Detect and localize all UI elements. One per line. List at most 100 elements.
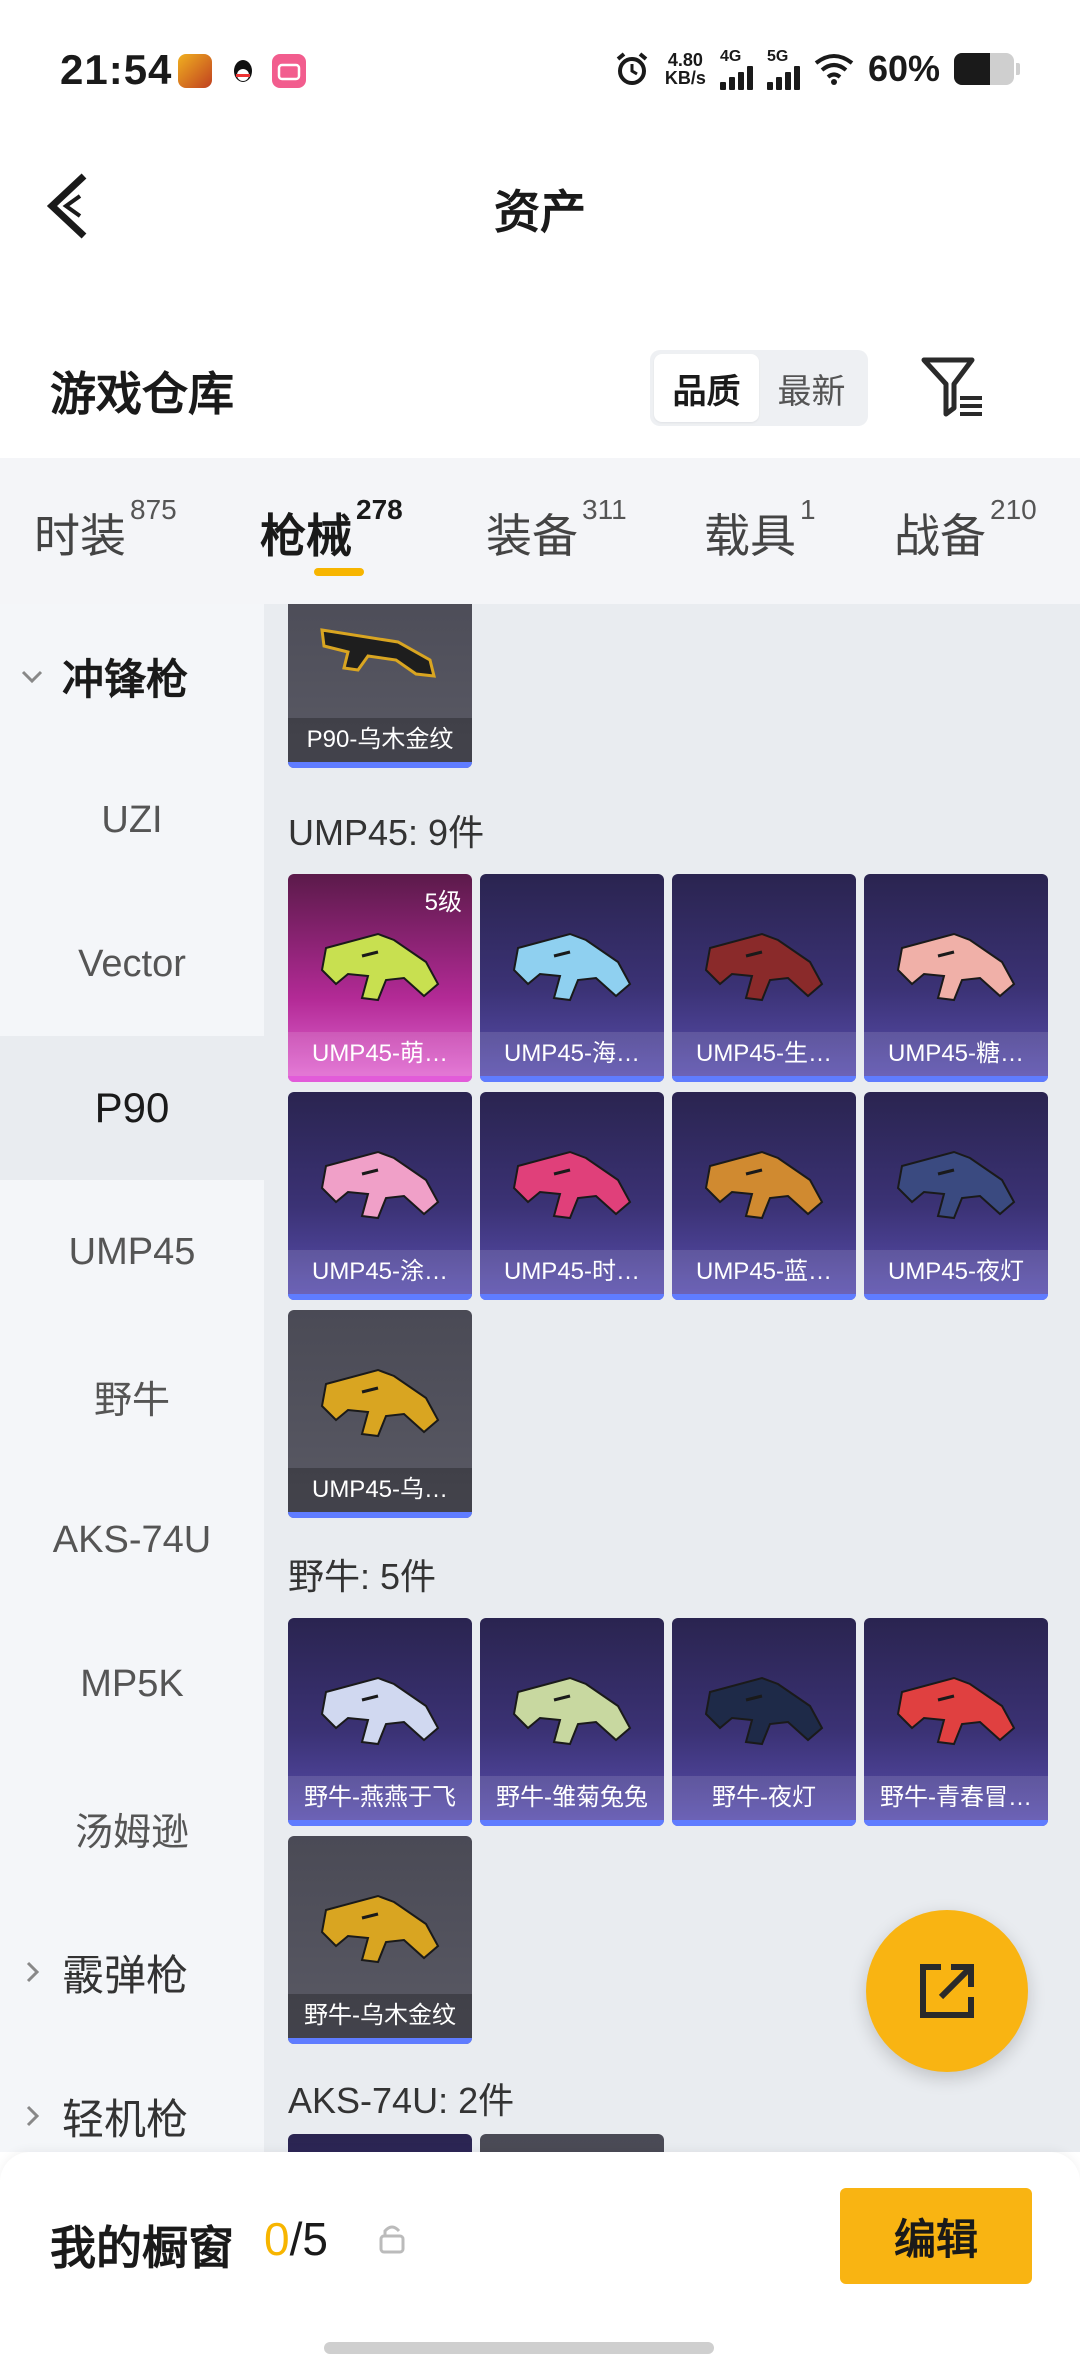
tab-count: 875 bbox=[130, 494, 177, 525]
tab-count: 278 bbox=[356, 494, 403, 525]
item-rarity-strip bbox=[480, 1294, 664, 1300]
section-title: AKS-74U: 2件 bbox=[288, 2080, 515, 2121]
gun-icon bbox=[512, 932, 632, 1002]
speed-value: 4.80 bbox=[667, 50, 703, 70]
item-card[interactable]: 野牛-燕燕于飞 bbox=[288, 1618, 472, 1826]
gun-icon bbox=[704, 1676, 824, 1746]
chevron-down-icon bbox=[21, 670, 43, 684]
tab-label: 战备 bbox=[894, 510, 986, 562]
gun-icon bbox=[896, 1150, 1016, 1220]
sidebar-item-vector[interactable]: Vector bbox=[0, 892, 264, 1036]
status-bar: 21:54 4.80 KB/s 4G 5G 60% bbox=[0, 0, 1080, 140]
item-name: 野牛-夜灯 bbox=[672, 1776, 856, 1820]
gun-icon bbox=[704, 1150, 824, 1220]
showcase-current: 0 bbox=[264, 2213, 290, 2265]
gun-icon bbox=[512, 1150, 632, 1220]
tab-equipment[interactable]: 装备311 bbox=[486, 494, 627, 566]
sig1-label: 4G bbox=[719, 48, 742, 65]
sidebar-group-smg[interactable]: 冲锋枪 bbox=[0, 604, 264, 748]
sidebar-item-p90[interactable]: P90 bbox=[0, 1036, 264, 1180]
battery-icon bbox=[954, 53, 1014, 85]
item-name: UMP45-涂… bbox=[288, 1250, 472, 1294]
item-name: UMP45-海… bbox=[480, 1032, 664, 1076]
sidebar-group-label: 冲锋枪 bbox=[62, 655, 189, 703]
section-title: UMP45: 9件 bbox=[288, 812, 485, 853]
item-card[interactable]: UMP45-糖… bbox=[864, 874, 1048, 1082]
item-card[interactable]: UMP45-生… bbox=[672, 874, 856, 1082]
lock-icon bbox=[379, 2225, 405, 2254]
sort-quality-option[interactable]: 品质 bbox=[654, 354, 759, 422]
item-name: UMP45-糖… bbox=[864, 1032, 1048, 1076]
qq-app-icon bbox=[226, 54, 260, 88]
item-card[interactable]: UMP45-蓝… bbox=[672, 1092, 856, 1300]
item-rarity-strip bbox=[672, 1820, 856, 1826]
page-title: 资产 bbox=[494, 186, 586, 238]
gun-icon bbox=[320, 1676, 440, 1746]
item-card-partial[interactable] bbox=[288, 2134, 472, 2152]
filter-button[interactable] bbox=[918, 352, 988, 422]
item-card[interactable]: UMP45-时… bbox=[480, 1092, 664, 1300]
filter-icon bbox=[921, 357, 982, 417]
showcase-label: 我的橱窗 bbox=[50, 2222, 234, 2274]
tab-supplies[interactable]: 战备210 bbox=[894, 494, 1037, 566]
sidebar-group-label: 霰弹枪 bbox=[62, 1951, 189, 1999]
status-time: 21:54 bbox=[60, 46, 173, 93]
item-card[interactable]: P90-乌木金纹 bbox=[288, 604, 472, 768]
gun-icon bbox=[704, 932, 824, 1002]
item-rarity-strip bbox=[288, 1076, 472, 1082]
sort-newest-option[interactable]: 最新 bbox=[759, 354, 864, 422]
sidebar-item-uzi[interactable]: UZI bbox=[0, 748, 264, 892]
item-card[interactable]: 野牛-雏菊兔兔 bbox=[480, 1618, 664, 1826]
signal-5g: 5G bbox=[766, 48, 800, 90]
active-tab-indicator bbox=[314, 568, 364, 576]
tab-vehicles[interactable]: 载具1 bbox=[704, 494, 816, 566]
sidebar-group-lmg[interactable]: 轻机枪 bbox=[0, 2044, 264, 2152]
tab-count: 311 bbox=[582, 494, 627, 525]
item-name: UMP45-夜灯 bbox=[864, 1250, 1048, 1294]
gun-icon bbox=[896, 1676, 1016, 1746]
item-card[interactable]: UMP45-涂… bbox=[288, 1092, 472, 1300]
share-fab-button[interactable] bbox=[866, 1910, 1028, 2072]
item-card[interactable]: 5级 UMP45-萌… bbox=[288, 874, 472, 1082]
sidebar-item-aks74u[interactable]: AKS-74U bbox=[0, 1468, 264, 1612]
showcase-total: /5 bbox=[289, 2213, 328, 2265]
item-card[interactable]: UMP45-乌… bbox=[288, 1310, 472, 1518]
battery-tip bbox=[1016, 63, 1020, 75]
item-card[interactable]: 野牛-夜灯 bbox=[672, 1618, 856, 1826]
item-card[interactable]: UMP45-夜灯 bbox=[864, 1092, 1048, 1300]
network-speed: 4.80 KB/s bbox=[665, 51, 706, 87]
sidebar-item-mp5k[interactable]: MP5K bbox=[0, 1612, 264, 1756]
alarm-icon bbox=[616, 52, 648, 85]
item-name: 野牛-青春冒… bbox=[864, 1776, 1048, 1820]
top-app-bar: 资产 bbox=[0, 140, 1080, 270]
item-card[interactable]: 野牛-乌木金纹 bbox=[288, 1836, 472, 2044]
item-name: UMP45-萌… bbox=[288, 1032, 472, 1076]
speed-unit: KB/s bbox=[664, 68, 706, 88]
sidebar-group-shotgun[interactable]: 霰弹枪 bbox=[0, 1900, 264, 2044]
sidebar-item-thompson[interactable]: 汤姆逊 bbox=[0, 1756, 264, 1900]
item-name: UMP45-乌… bbox=[288, 1468, 472, 1512]
signal-4g: 4G bbox=[719, 48, 753, 90]
gun-icon bbox=[512, 1676, 632, 1746]
sidebar-item-ump45[interactable]: UMP45 bbox=[0, 1180, 264, 1324]
tab-guns[interactable]: 枪械278 bbox=[260, 494, 403, 566]
sidebar-item-bizon[interactable]: 野牛 bbox=[0, 1324, 264, 1468]
item-card[interactable]: 野牛-青春冒… bbox=[864, 1618, 1048, 1826]
item-name: UMP45-蓝… bbox=[672, 1250, 856, 1294]
item-card-partial[interactable] bbox=[480, 2134, 664, 2152]
item-rarity-strip bbox=[672, 1076, 856, 1082]
showcase-count: 0/5 bbox=[264, 2212, 328, 2266]
tab-label: 枪械 bbox=[260, 510, 352, 562]
item-card[interactable]: UMP45-海… bbox=[480, 874, 664, 1082]
sidebar-group-label: 轻机枪 bbox=[62, 2095, 189, 2143]
weapon-type-sidebar: 冲锋枪 UZI Vector P90 UMP45 野牛 AKS-74U MP5K… bbox=[0, 604, 264, 2152]
gun-icon bbox=[320, 628, 436, 678]
tab-count: 210 bbox=[990, 494, 1037, 525]
item-name: 野牛-雏菊兔兔 bbox=[480, 1776, 664, 1820]
tab-label: 载具 bbox=[704, 510, 796, 562]
edit-button[interactable]: 编辑 bbox=[840, 2188, 1032, 2284]
gun-icon bbox=[320, 1150, 440, 1220]
tab-fashion[interactable]: 时装875 bbox=[34, 494, 177, 566]
item-name: 野牛-乌木金纹 bbox=[288, 1994, 472, 2038]
game-app-icon bbox=[178, 54, 212, 88]
